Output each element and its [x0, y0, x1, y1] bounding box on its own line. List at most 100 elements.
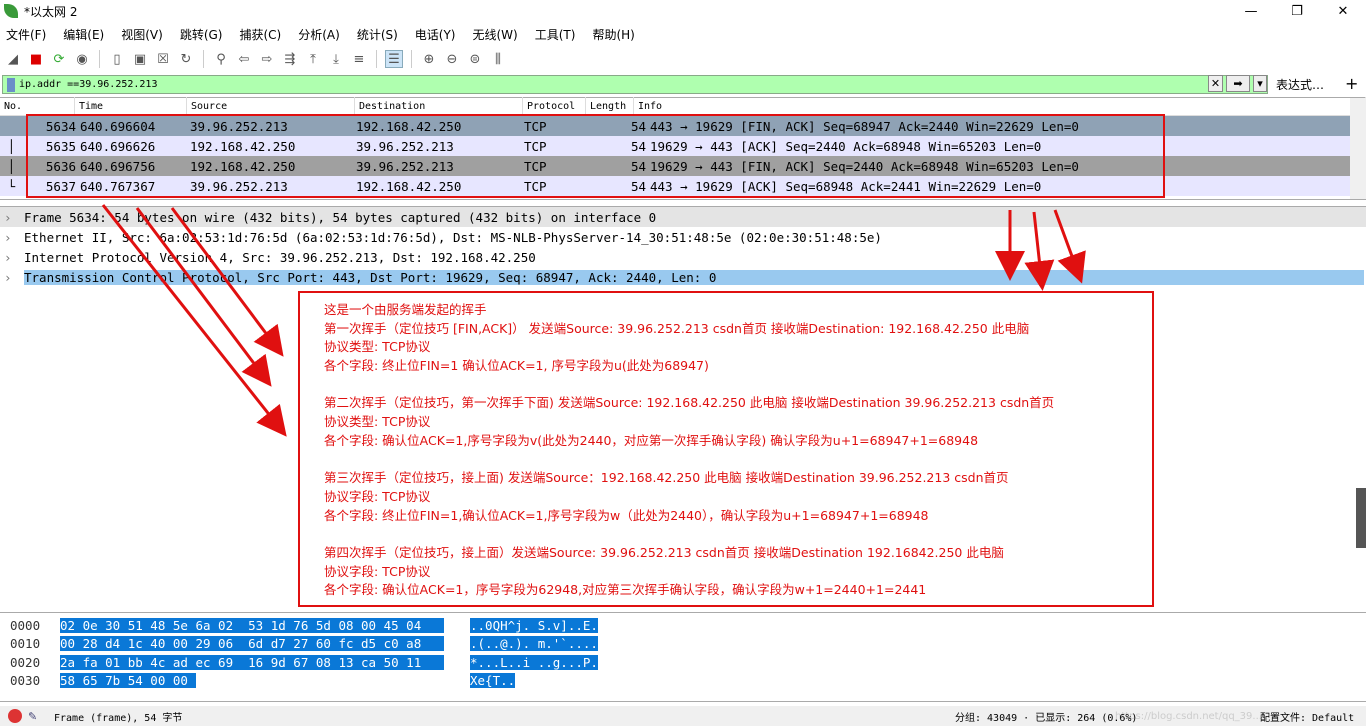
menu-item[interactable]: 跳转(G) — [180, 26, 223, 43]
bookmark-icon[interactable] — [7, 77, 15, 92]
byte-hex[interactable]: 00 28 d4 1c 40 00 29 06 6d d7 27 60 fc d… — [60, 636, 444, 652]
annotation-box: 这是一个由服务端发起的挥手 第一次挥手（定位技巧 [FIN,ACK]） 发送端So… — [298, 291, 1154, 607]
filter-text[interactable]: ip.addr ==39.96.252.213 — [19, 79, 157, 90]
back-icon[interactable]: ⇦ — [235, 50, 253, 68]
detail-row[interactable]: › Internet Protocol Version 4, Src: 39.96… — [0, 247, 1366, 267]
byte-ascii[interactable]: .(..@.). m.'`.... — [470, 636, 598, 652]
annotation-line: 协议类型: TCP协议 — [324, 339, 431, 355]
stop-icon[interactable]: ■ — [27, 50, 45, 68]
byte-offset: 0030 — [10, 673, 41, 689]
zoom-out-icon[interactable]: ⊖ — [443, 50, 461, 68]
close-file-icon[interactable]: ☒ — [154, 50, 172, 68]
annotation-line: 协议字段: TCP协议 — [324, 563, 431, 579]
comment-icon[interactable]: ✎ — [28, 710, 42, 723]
byte-ascii[interactable]: Xe{T.. — [470, 673, 516, 689]
detail-text: Internet Protocol Version 4, Src: 39.96.… — [24, 249, 536, 265]
options-icon[interactable]: ◉ — [73, 50, 91, 68]
forward-icon[interactable]: ⇨ — [258, 50, 276, 68]
column-no[interactable]: No. — [0, 97, 75, 115]
column-protocol[interactable]: Protocol — [523, 97, 586, 115]
menu-item[interactable]: 工具(T) — [535, 26, 576, 43]
expand-chevron-icon[interactable]: › — [4, 250, 24, 265]
find-icon[interactable]: ⚲ — [212, 50, 230, 68]
byte-ascii[interactable]: *...L..i ..g...P. — [470, 654, 598, 670]
maximize-button[interactable]: ❐ — [1274, 0, 1320, 22]
menu-item[interactable]: 视图(V) — [121, 26, 163, 43]
annotation-line: 这是一个由服务端发起的挥手 — [324, 302, 487, 317]
selected-field: Frame (frame), 54 字节 — [54, 712, 183, 724]
resize-columns-icon[interactable]: ⫼ — [489, 50, 507, 68]
menu-item[interactable]: 分析(A) — [298, 26, 340, 43]
annotation-line: 协议类型: TCP协议 — [324, 414, 431, 430]
apply-filter-button[interactable]: ➡ — [1226, 75, 1250, 92]
byte-offset: 0020 — [10, 654, 41, 670]
expert-info-icon[interactable] — [8, 709, 22, 723]
colorize-icon[interactable]: ☰ — [385, 50, 403, 68]
expand-chevron-icon[interactable]: › — [4, 210, 24, 225]
zoom-normal-icon[interactable]: ⊜ — [466, 50, 484, 68]
column-source[interactable]: Source — [187, 97, 355, 115]
filter-history-dropdown[interactable]: ▾ — [1253, 75, 1267, 92]
menu-item[interactable]: 无线(W) — [473, 26, 518, 43]
shark-fin-start-icon[interactable]: ◢ — [4, 50, 22, 68]
menu-item[interactable]: 电话(Y) — [415, 26, 456, 43]
minimize-button[interactable]: — — [1228, 0, 1274, 22]
clear-filter-button[interactable]: ✕ — [1208, 75, 1223, 92]
wireshark-logo-icon — [4, 4, 18, 18]
column-info[interactable]: Info — [634, 97, 1366, 115]
close-button[interactable]: ✕ — [1320, 0, 1366, 22]
detail-text: Ethernet II, Src: 6a:02:53:1d:76:5d (6a:… — [24, 229, 882, 245]
last-icon[interactable]: ⤓ — [327, 50, 345, 68]
bytes-row: 0000 02 0e 30 51 48 5e 6a 02 53 1d 76 5d … — [0, 616, 1366, 635]
open-icon[interactable]: ▯ — [108, 50, 126, 68]
tree-line: │ — [0, 158, 16, 174]
annotation-line: 第三次挥手（定位技巧，接上面) 发送端Source：192.168.42.250… — [324, 470, 1009, 486]
tree-line: └ — [0, 178, 16, 194]
byte-hex[interactable]: 58 65 7b 54 00 00 — [60, 673, 196, 689]
expand-chevron-icon[interactable]: › — [4, 270, 24, 285]
detail-text: Frame 5634: 54 bytes on wire (432 bits),… — [24, 209, 657, 225]
annotation-line — [324, 376, 1152, 395]
menu-bar: 文件(F) 编辑(E) 视图(V) 跳转(G) 捕获(C) 分析(A) 统计(S) 电话(Y)… — [0, 23, 652, 45]
zoom-in-icon[interactable]: ⊕ — [420, 50, 438, 68]
menu-item[interactable]: 统计(S) — [357, 26, 398, 43]
main-toolbar: ◢ ■ ⟳ ◉ ▯ ▣ ☒ ↻ ⚲ ⇦ ⇨ ⇶ ⤒ ⤓ ≡ ☰ ⊕ ⊖ ⊜ ⫼ — [4, 47, 507, 71]
details-scrollbar[interactable] — [1356, 488, 1366, 548]
status-bar: ✎ Frame (frame), 54 字节 https://blog.csdn… — [0, 706, 1366, 726]
bytes-row: 0030 58 65 7b 54 00 00 Xe{T.. — [0, 672, 1366, 691]
expand-chevron-icon[interactable]: › — [4, 230, 24, 245]
bytes-row: 0010 00 28 d4 1c 40 00 29 06 6d d7 27 60 … — [0, 635, 1366, 654]
reload-icon[interactable]: ↻ — [177, 50, 195, 68]
restart-icon[interactable]: ⟳ — [50, 50, 68, 68]
annotation-line: 协议字段: TCP协议 — [324, 488, 431, 504]
menu-item[interactable]: 帮助(H) — [592, 26, 634, 43]
annotation-line: 第四次挥手（定位技巧，接上面）发送端Source: 39.96.252.213 … — [324, 544, 1004, 560]
column-length[interactable]: Length — [586, 97, 634, 115]
display-filter-input[interactable]: ip.addr ==39.96.252.213 — [2, 75, 1268, 94]
autoscroll-icon[interactable]: ≡ — [350, 50, 368, 68]
byte-hex[interactable]: 2a fa 01 bb 4c ad ec 69 16 9d 67 08 13 c… — [60, 654, 444, 670]
column-destination[interactable]: Destination — [355, 97, 523, 115]
detail-row[interactable]: › Frame 5634: 54 bytes on wire (432 bits)… — [0, 207, 1366, 227]
save-icon[interactable]: ▣ — [131, 50, 149, 68]
menu-item[interactable]: 编辑(E) — [63, 26, 104, 43]
column-time[interactable]: Time — [75, 97, 187, 115]
annotation-line: 各个字段: 终止位FIN=1 确认位ACK=1, 序号字段为u(此处为68947… — [324, 358, 709, 374]
add-filter-button[interactable]: + — [1345, 74, 1358, 93]
window-title: *以太网 2 — [24, 4, 78, 19]
menu-item[interactable]: 捕获(C) — [239, 26, 281, 43]
byte-ascii[interactable]: ..0QH^j. S.v]..E. — [470, 617, 598, 633]
annotation-line — [324, 525, 1152, 544]
menu-item[interactable]: 文件(F) — [6, 26, 46, 43]
first-icon[interactable]: ⤒ — [304, 50, 322, 68]
detail-row[interactable]: › Transmission Control Protocol, Src Port… — [0, 267, 1366, 287]
tree-line: │ — [0, 138, 16, 154]
goto-icon[interactable]: ⇶ — [281, 50, 299, 68]
expression-button[interactable]: 表达式… — [1276, 76, 1324, 93]
profile-selector[interactable]: 配置文件: Default — [1260, 709, 1354, 724]
annotation-line: 第二次挥手（定位技巧，第一次挥手下面) 发送端Source: 192.168.4… — [324, 395, 1055, 411]
detail-row[interactable]: › Ethernet II, Src: 6a:02:53:1d:76:5d (6a… — [0, 227, 1366, 247]
byte-hex[interactable]: 02 0e 30 51 48 5e 6a 02 53 1d 76 5d 08 0… — [60, 617, 444, 633]
packet-list-scrollbar[interactable] — [1350, 98, 1366, 199]
annotation-line: 各个字段: 终止位FIN=1,确认位ACK=1,序号字段为w（此处为2440），… — [324, 507, 929, 523]
